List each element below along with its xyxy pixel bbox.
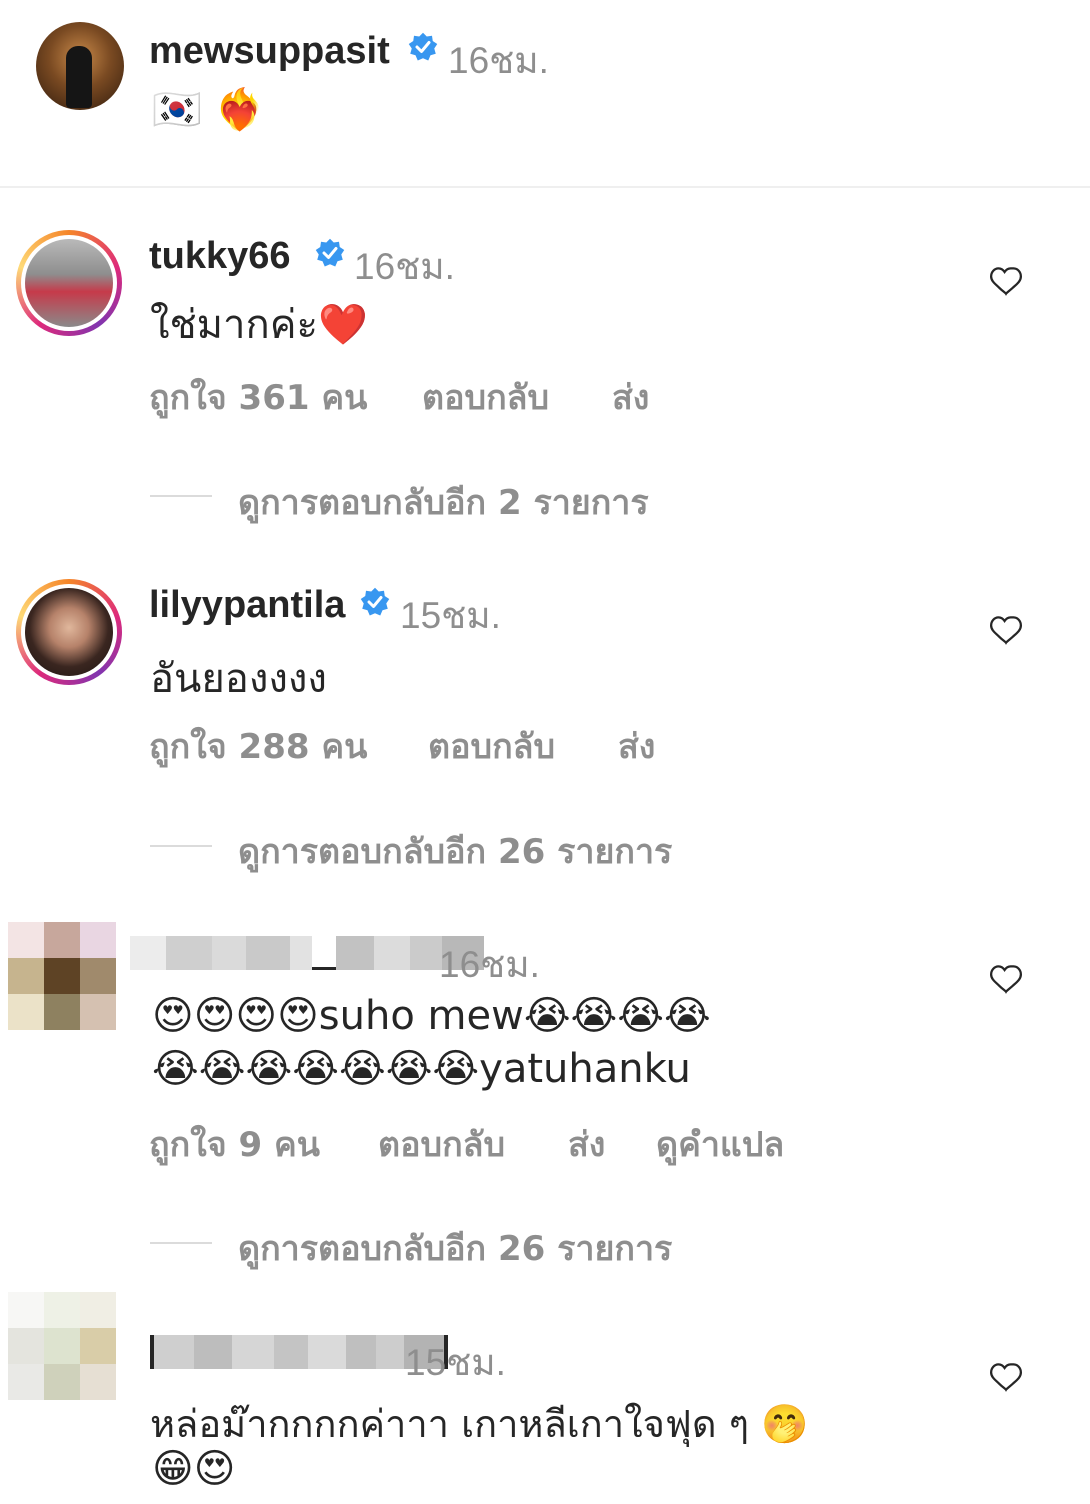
username[interactable]: mewsuppasit bbox=[149, 30, 390, 73]
comment-text: 😍😍😍😍suho mew😭😭😭😭 bbox=[152, 993, 711, 1039]
divider bbox=[150, 845, 212, 847]
avatar[interactable] bbox=[16, 579, 122, 685]
avatar[interactable] bbox=[8, 922, 116, 1030]
comment-text: 😭😭😭😭😭😭😭yatuhanku bbox=[152, 1046, 691, 1092]
comment-text: 😁😍 bbox=[152, 1446, 236, 1492]
timestamp: 15ชม. bbox=[400, 595, 501, 636]
comment-text: ใช่มากค่ะ❤️ bbox=[150, 302, 368, 348]
avatar[interactable] bbox=[36, 22, 124, 110]
verified-badge-icon bbox=[360, 587, 390, 617]
like-count[interactable]: ถูกใจ 9 คน bbox=[149, 1117, 320, 1171]
view-replies-button[interactable]: ดูการตอบกลับอีก 2 รายการ bbox=[238, 475, 649, 529]
heart-outline-icon[interactable] bbox=[989, 264, 1023, 298]
view-replies-button[interactable]: ดูการตอบกลับอีก 26 รายการ bbox=[238, 1221, 672, 1275]
username[interactable] bbox=[150, 1335, 448, 1369]
caption-text: 🇰🇷 ❤️‍🔥 bbox=[152, 87, 265, 133]
username[interactable] bbox=[130, 936, 484, 970]
post-caption: mewsuppasit 16ชม. 🇰🇷 ❤️‍🔥 bbox=[0, 0, 1090, 188]
username[interactable]: lilyypantila bbox=[149, 584, 345, 627]
avatar[interactable] bbox=[8, 1292, 116, 1400]
reply-button[interactable]: ตอบกลับ bbox=[428, 719, 555, 773]
heart-outline-icon[interactable] bbox=[989, 613, 1023, 647]
reply-button[interactable]: ตอบกลับ bbox=[378, 1117, 505, 1171]
divider bbox=[150, 1242, 212, 1244]
verified-badge-icon bbox=[315, 238, 345, 268]
timestamp: 16ชม. bbox=[448, 40, 549, 81]
send-button[interactable]: ส่ง bbox=[568, 1117, 605, 1171]
comment-text: หล่อม๊ากกกกค่าาา เกาหลีเกาใจฟุด ๆ 🤭 bbox=[150, 1402, 809, 1446]
like-count[interactable]: ถูกใจ 288 คน bbox=[149, 719, 367, 773]
divider bbox=[150, 495, 212, 497]
username[interactable]: tukky66 bbox=[149, 235, 291, 278]
heart-outline-icon[interactable] bbox=[989, 1360, 1023, 1394]
timestamp: 15ชม. bbox=[405, 1342, 506, 1383]
avatar[interactable] bbox=[16, 230, 122, 336]
heart-outline-icon[interactable] bbox=[989, 962, 1023, 996]
reply-button[interactable]: ตอบกลับ bbox=[422, 370, 549, 424]
view-replies-button[interactable]: ดูการตอบกลับอีก 26 รายการ bbox=[238, 824, 672, 878]
comment-text: อันยองงงง bbox=[150, 656, 327, 702]
like-count[interactable]: ถูกใจ 361 คน bbox=[149, 370, 367, 424]
send-button[interactable]: ส่ง bbox=[618, 719, 655, 773]
send-button[interactable]: ส่ง bbox=[612, 370, 649, 424]
timestamp: 16ชม. bbox=[439, 944, 540, 985]
verified-badge-icon bbox=[408, 32, 438, 62]
translate-button[interactable]: ดูคำแปล bbox=[656, 1117, 784, 1171]
timestamp: 16ชม. bbox=[354, 246, 455, 287]
